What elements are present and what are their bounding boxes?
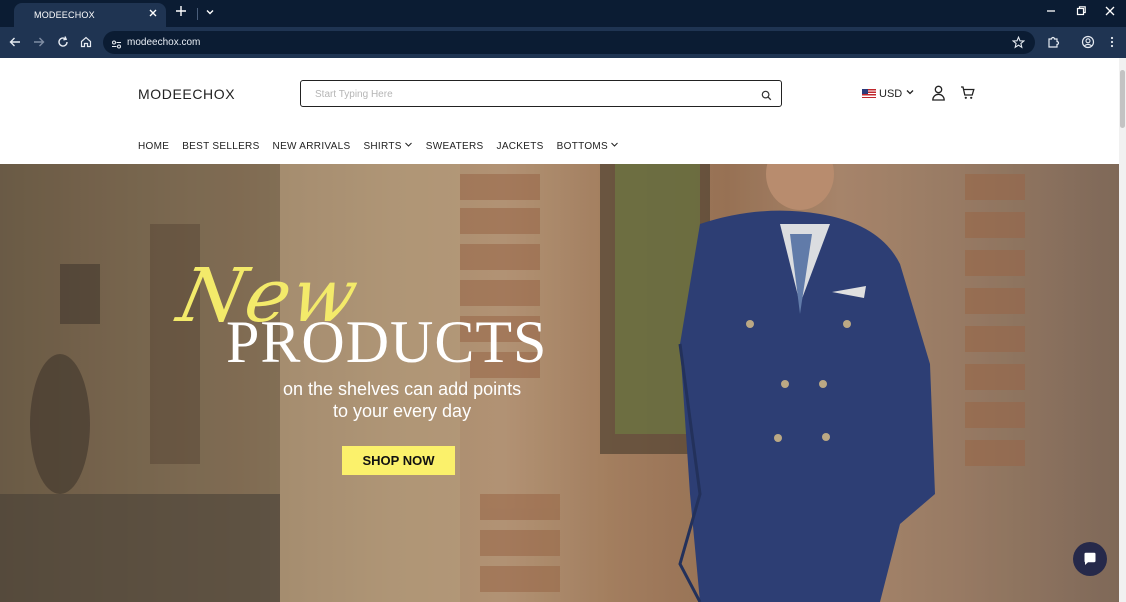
site-info-icon[interactable] [111, 37, 122, 55]
profile-icon[interactable] [1081, 35, 1095, 49]
nav-item-label: BEST SELLERS [182, 140, 260, 152]
extensions-icon[interactable] [1046, 35, 1060, 49]
nav-item-bottoms[interactable]: BOTTOMS [557, 140, 619, 152]
chevron-down-icon [905, 87, 915, 100]
currency-label: USD [879, 87, 903, 100]
hero-subtitle-line2: to your every day [333, 401, 472, 421]
nav-item-sweaters[interactable]: SWEATERS [426, 140, 484, 152]
url-text: modeechox.com [127, 37, 201, 48]
close-icon[interactable] [148, 7, 158, 21]
browser-tab-strip: MODEECHOX [0, 0, 1126, 27]
close-icon[interactable] [1104, 5, 1116, 20]
nav-item-label: JACKETS [496, 140, 544, 152]
kebab-menu-icon[interactable] [1105, 35, 1119, 49]
nav-item-home[interactable]: HOME [138, 140, 169, 152]
back-icon[interactable] [8, 35, 22, 49]
nav-item-label: HOME [138, 140, 170, 152]
address-bar[interactable]: modeechox.com [103, 31, 1035, 54]
tab-divider [197, 8, 198, 20]
chevron-down-icon [404, 140, 413, 152]
chat-button[interactable] [1073, 542, 1107, 576]
hero-title: PRODUCTS [226, 309, 548, 375]
nav-item-label: NEW ARRIVALS [272, 140, 351, 152]
scrollbar[interactable] [1119, 58, 1126, 602]
nav-item-new-arrivals[interactable]: NEW ARRIVALS [273, 140, 351, 152]
search-icon[interactable] [761, 88, 772, 106]
store-header: MODEECHOX USD HOME BEST SELLERS NEW ARRI… [0, 58, 1119, 164]
reload-icon[interactable] [56, 35, 70, 49]
cart-icon[interactable] [960, 85, 975, 105]
user-icon[interactable] [931, 85, 946, 106]
forward-icon[interactable] [32, 35, 46, 49]
hero-subtitle-line1: on the shelves can add points [283, 379, 522, 399]
web-page: MODEECHOX USD HOME BEST SELLERS NEW ARRI… [0, 58, 1126, 602]
browser-toolbar: modeechox.com [0, 27, 1126, 58]
hero-background-image [0, 164, 1119, 602]
search-box [300, 80, 782, 107]
currency-selector[interactable]: USD [862, 87, 915, 100]
nav-item-label: SHIRTS [363, 140, 402, 152]
us-flag-icon [862, 89, 876, 98]
star-icon[interactable] [1011, 35, 1026, 54]
restore-icon[interactable] [1075, 5, 1087, 20]
browser-tab[interactable]: MODEECHOX [14, 3, 166, 27]
minimize-icon[interactable] [1045, 5, 1057, 20]
shop-now-button[interactable]: SHOP NOW [342, 446, 455, 475]
search-input[interactable] [315, 86, 735, 102]
tab-title: MODEECHOX [34, 10, 95, 20]
nav-item-label: SWEATERS [425, 140, 484, 152]
chevron-down-icon [610, 140, 619, 152]
hero-banner: New PRODUCTS on the shelves can add poin… [0, 164, 1119, 602]
plus-icon[interactable] [175, 4, 187, 22]
nav-item-label: BOTTOMS [556, 140, 609, 152]
nav-item-best-sellers[interactable]: BEST SELLERS [182, 140, 259, 152]
nav-item-jackets[interactable]: JACKETS [497, 140, 544, 152]
nav-item-shirts[interactable]: SHIRTS [363, 140, 412, 152]
chat-icon [1082, 551, 1098, 572]
chevron-down-icon[interactable] [204, 5, 216, 23]
main-navigation: HOME BEST SELLERS NEW ARRIVALS SHIRTS SW… [138, 140, 619, 152]
scrollbar-thumb[interactable] [1120, 70, 1125, 128]
store-logo[interactable]: MODEECHOX [138, 86, 235, 102]
home-icon[interactable] [79, 35, 93, 49]
